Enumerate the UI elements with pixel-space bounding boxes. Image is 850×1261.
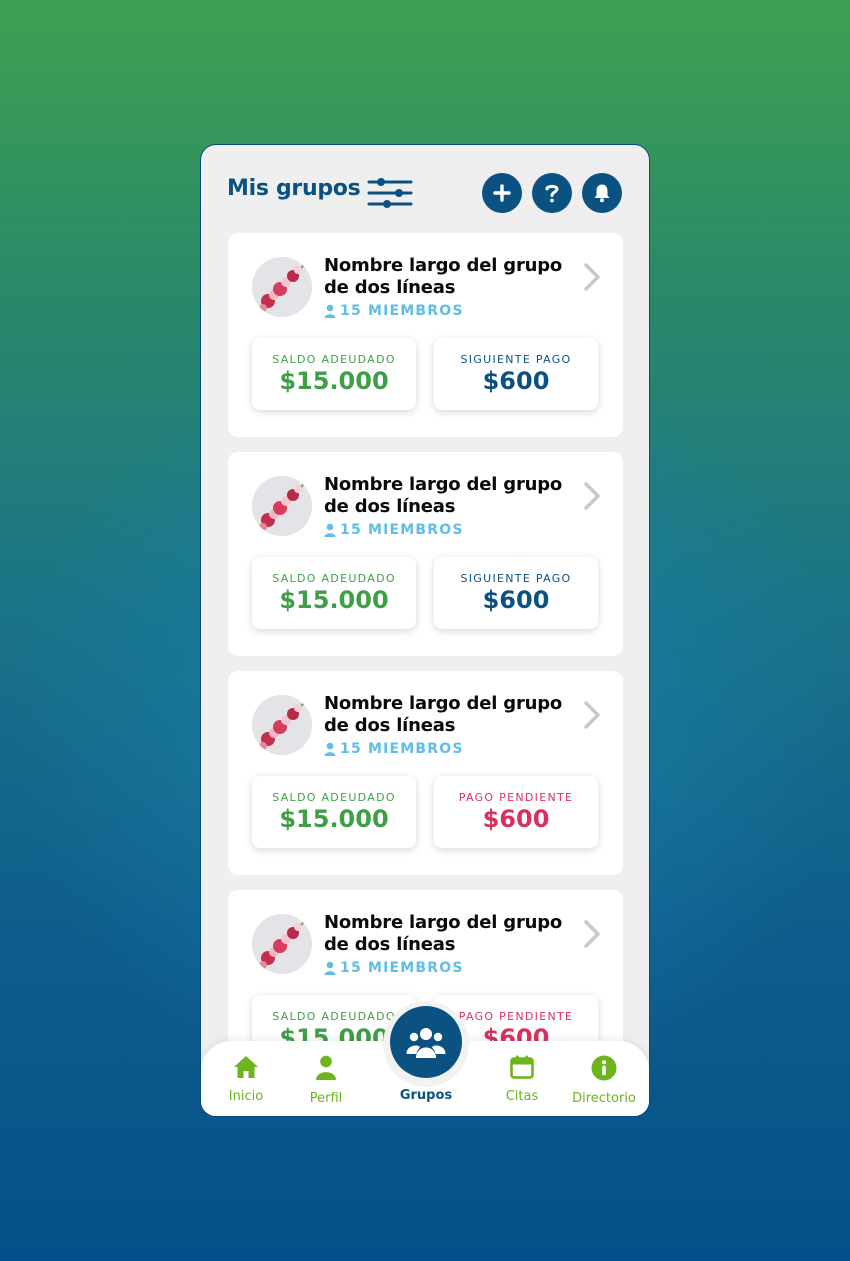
balance-value: $15.000 — [279, 805, 389, 833]
members-label: 15 MIEMBROS — [340, 741, 464, 757]
group-avatar — [252, 914, 312, 974]
payment-value: $600 — [482, 586, 550, 614]
sliders-icon[interactable] — [367, 177, 413, 209]
chevron-right-icon[interactable] — [582, 919, 602, 953]
group-avatar — [252, 695, 312, 755]
nav-label: Grupos — [399, 1088, 453, 1103]
person-icon — [324, 961, 336, 975]
group-name: Nombre largo del grupo de dos líneas — [324, 255, 563, 298]
members-label: 15 MIEMBROS — [340, 522, 464, 538]
help-button[interactable] — [532, 173, 572, 213]
person-icon — [324, 304, 336, 318]
bell-icon — [594, 184, 610, 203]
nav-item-perfil[interactable]: Perfil — [286, 1055, 366, 1106]
calendar-icon — [510, 1055, 534, 1079]
chevron-right-icon[interactable] — [582, 481, 602, 515]
page-title: Mis grupos — [227, 176, 361, 201]
balance-label: SALDO ADEUDADO — [272, 353, 396, 366]
balance-value: $15.000 — [279, 367, 389, 395]
balance-label: SALDO ADEUDADO — [272, 572, 396, 585]
groups-fab-button[interactable] — [390, 1006, 462, 1078]
balance-box: SALDO ADEUDADO $15.000 — [252, 338, 416, 410]
add-group-button[interactable] — [482, 173, 522, 213]
payment-value: $600 — [482, 367, 550, 395]
members-count: 15 MIEMBROS — [324, 303, 464, 319]
members-label: 15 MIEMBROS — [340, 303, 464, 319]
person-icon — [324, 523, 336, 537]
group-card[interactable]: Nombre largo del grupo de dos líneas 15 … — [228, 671, 623, 875]
members-count: 15 MIEMBROS — [324, 960, 464, 976]
group-card[interactable]: Nombre largo del grupo de dos líneas 15 … — [228, 452, 623, 656]
users-group-icon — [406, 1028, 446, 1058]
nav-label: Citas — [505, 1089, 539, 1104]
group-avatar — [252, 257, 312, 317]
group-name: Nombre largo del grupo de dos líneas — [324, 912, 563, 955]
app-screen: Mis grupos Nombre largo del grupo de dos… — [200, 144, 650, 1117]
payment-value: $600 — [482, 805, 550, 833]
nav-item-directorio[interactable]: Directorio — [564, 1055, 644, 1106]
home-icon — [234, 1056, 258, 1078]
nav-label: Directorio — [572, 1091, 636, 1106]
question-icon — [545, 184, 559, 203]
person-icon — [324, 742, 336, 756]
user-icon — [316, 1055, 336, 1080]
nav-label: Inicio — [228, 1089, 264, 1104]
balance-value: $15.000 — [279, 586, 389, 614]
payment-label: PAGO PENDIENTE — [458, 791, 574, 804]
payment-box: SIGUIENTE PAGO $600 — [434, 557, 598, 629]
header: Mis grupos — [201, 145, 649, 231]
group-name: Nombre largo del grupo de dos líneas — [324, 693, 563, 736]
payment-label: SIGUIENTE PAGO — [460, 572, 572, 585]
balance-box: SALDO ADEUDADO $15.000 — [252, 776, 416, 848]
nav-item-inicio[interactable]: Inicio — [206, 1055, 286, 1104]
payment-label: SIGUIENTE PAGO — [460, 353, 572, 366]
group-avatar — [252, 476, 312, 536]
info-icon — [591, 1055, 617, 1081]
members-count: 15 MIEMBROS — [324, 741, 464, 757]
chevron-right-icon[interactable] — [582, 262, 602, 296]
payment-box: PAGO PENDIENTE $600 — [434, 776, 598, 848]
balance-label: SALDO ADEUDADO — [272, 791, 396, 804]
chevron-right-icon[interactable] — [582, 700, 602, 734]
members-count: 15 MIEMBROS — [324, 522, 464, 538]
group-name: Nombre largo del grupo de dos líneas — [324, 474, 563, 517]
payment-box: SIGUIENTE PAGO $600 — [434, 338, 598, 410]
nav-label: Perfil — [309, 1091, 343, 1106]
nav-item-citas[interactable]: Citas — [482, 1055, 562, 1104]
plus-icon — [493, 184, 511, 202]
balance-box: SALDO ADEUDADO $15.000 — [252, 557, 416, 629]
notifications-button[interactable] — [582, 173, 622, 213]
members-label: 15 MIEMBROS — [340, 960, 464, 976]
group-card[interactable]: Nombre largo del grupo de dos líneas 15 … — [228, 233, 623, 437]
